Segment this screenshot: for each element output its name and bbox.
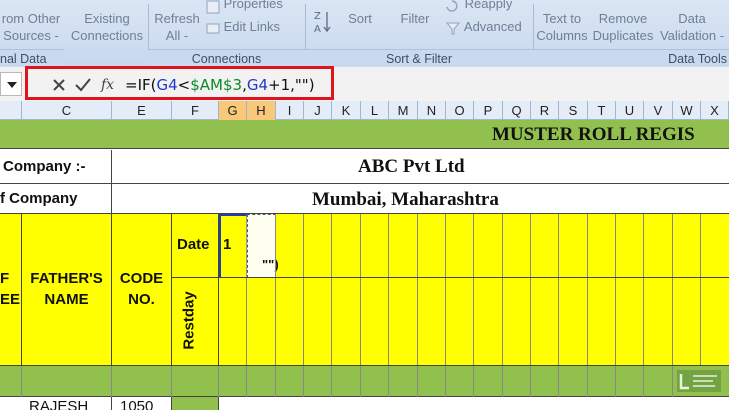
from-other-sources-label: rom Other Sources - — [1, 11, 61, 43]
sort-label: Sort — [348, 11, 372, 26]
company-label: Company :- — [3, 158, 86, 175]
group-data-tools-label: Data Tools — [668, 52, 727, 66]
group-data-tools: Data Tools — [533, 49, 729, 68]
row1-green-cell[interactable] — [172, 397, 219, 410]
column-header-q[interactable]: Q — [503, 101, 531, 120]
date-first-value: 1 — [223, 236, 232, 253]
text-to-columns-label: Text to Columns — [536, 11, 588, 43]
title-row[interactable]: MUSTER ROLL REGIS — [0, 120, 729, 149]
dropdown-arrow-icon[interactable] — [6, 79, 18, 91]
employee-name-header-cell[interactable]: F EE — [0, 214, 22, 366]
column-header-m[interactable]: M — [389, 101, 418, 120]
date-cell-g[interactable]: 1 — [219, 214, 247, 278]
refresh-all-button[interactable]: Refresh All - — [152, 10, 202, 44]
column-header-k[interactable]: K — [332, 101, 361, 120]
column-header-h[interactable]: H — [247, 101, 276, 120]
column-header-c[interactable]: C — [22, 101, 112, 120]
sort-az-button[interactable]: ZA — [312, 8, 334, 38]
edit-links-label: Edit Links — [223, 19, 280, 34]
from-other-sources-button[interactable]: rom Other Sources - — [0, 10, 62, 44]
column-header-x[interactable]: X — [701, 101, 729, 120]
watermark-logo-icon — [677, 370, 721, 392]
column-header-f[interactable]: F — [172, 101, 219, 120]
column-header-p[interactable]: P — [474, 101, 503, 120]
code-no-header: CODE NO. — [119, 270, 164, 308]
grid-lines-green — [0, 366, 729, 397]
advanced-button[interactable]: Advanced — [445, 18, 535, 35]
green-band-row[interactable] — [0, 366, 729, 397]
svg-text:Z: Z — [314, 11, 321, 22]
column-header-s[interactable]: S — [559, 101, 588, 120]
editing-text: "") — [262, 257, 279, 272]
column-header-w[interactable]: W — [673, 101, 701, 120]
date-label-cell[interactable]: Date — [172, 214, 219, 278]
row1-code-cell[interactable]: 1050 — [112, 397, 172, 410]
column-header-i[interactable]: I — [276, 101, 304, 120]
properties-label: Properties — [223, 0, 283, 11]
group-sort-filter: Sort & Filter — [305, 49, 533, 68]
existing-connections-label: Existing Connections — [70, 11, 144, 43]
remove-duplicates-label: Remove Duplicates — [592, 11, 654, 43]
data-validation-label: Data Validation - — [659, 11, 725, 43]
row1-code: 1050 — [120, 398, 154, 410]
column-header-v[interactable]: V — [644, 101, 673, 120]
edit-links-button[interactable]: Edit Links — [206, 18, 296, 35]
sheet-title: MUSTER ROLL REGIS — [492, 124, 695, 145]
row1-name-cell[interactable]: RAJESH — [22, 397, 112, 410]
column-header-l[interactable]: L — [361, 101, 389, 120]
row-header-corner — [0, 101, 22, 120]
fathers-name-header: FATHER'S NAME — [30, 270, 103, 308]
existing-connections-button[interactable]: Existing Connections — [70, 10, 144, 44]
column-header-u[interactable]: U — [616, 101, 644, 120]
column-header-o[interactable]: O — [446, 101, 474, 120]
sort-icon: ZA — [314, 11, 331, 35]
advanced-label: Advanced — [463, 19, 522, 34]
row1-name: RAJESH — [29, 398, 89, 410]
svg-text:A: A — [314, 24, 321, 34]
data-validation-button[interactable]: Data Validation - — [655, 10, 729, 44]
date-cell-h-editing[interactable]: "") — [247, 214, 279, 278]
group-connections-label: Connections — [191, 52, 262, 66]
filter-button[interactable]: Filter — [392, 10, 438, 27]
remove-duplicates-button[interactable]: Remove Duplicates — [592, 10, 654, 44]
column-header-n[interactable]: N — [418, 101, 446, 120]
address-label-cell[interactable]: f Company — [0, 184, 112, 214]
properties-icon — [206, 0, 220, 14]
company-label-cell[interactable]: Company :- — [0, 150, 112, 184]
group-external-data-label: nal Data — [0, 52, 47, 66]
sort-button[interactable]: Sort — [340, 10, 380, 27]
group-sort-filter-label: Sort & Filter — [386, 52, 452, 66]
reapply-label: Reapply — [464, 0, 513, 11]
advanced-icon — [445, 22, 461, 35]
restday-label: Restday — [180, 291, 198, 350]
code-no-header-cell[interactable]: CODE NO. — [112, 214, 172, 366]
reapply-button[interactable]: Reapply — [445, 0, 535, 12]
column-header-r[interactable]: R — [531, 101, 559, 120]
name-box[interactable] — [0, 72, 22, 96]
column-header-g[interactable]: G — [219, 101, 247, 120]
fathers-name-header-cell[interactable]: FATHER'S NAME — [22, 214, 112, 366]
company-value-cell[interactable]: ABC Pvt Ltd — [112, 150, 729, 184]
restday-label-cell[interactable]: Restday — [172, 278, 219, 366]
address-value-cell[interactable]: Mumbai, Maharashtra — [112, 184, 729, 214]
company-value: ABC Pvt Ltd — [358, 156, 465, 177]
formula-highlight-box — [25, 66, 334, 100]
reapply-icon — [446, 0, 458, 12]
ribbon: rom Other Sources - Existing Connections… — [0, 0, 729, 68]
properties-button[interactable]: Properties — [206, 0, 296, 14]
column-header-e[interactable]: E — [112, 101, 172, 120]
employee-name-header: F EE — [0, 270, 21, 308]
date-label: Date — [177, 236, 210, 253]
edit-links-icon — [206, 23, 220, 34]
column-header-t[interactable]: T — [588, 101, 616, 120]
text-to-columns-button[interactable]: Text to Columns — [535, 10, 589, 44]
filter-label: Filter — [400, 11, 430, 26]
address-label: f Company — [0, 190, 78, 207]
column-header-j[interactable]: J — [304, 101, 332, 120]
refresh-all-label: Refresh All - — [154, 11, 200, 43]
address-value: Mumbai, Maharashtra — [312, 189, 499, 210]
